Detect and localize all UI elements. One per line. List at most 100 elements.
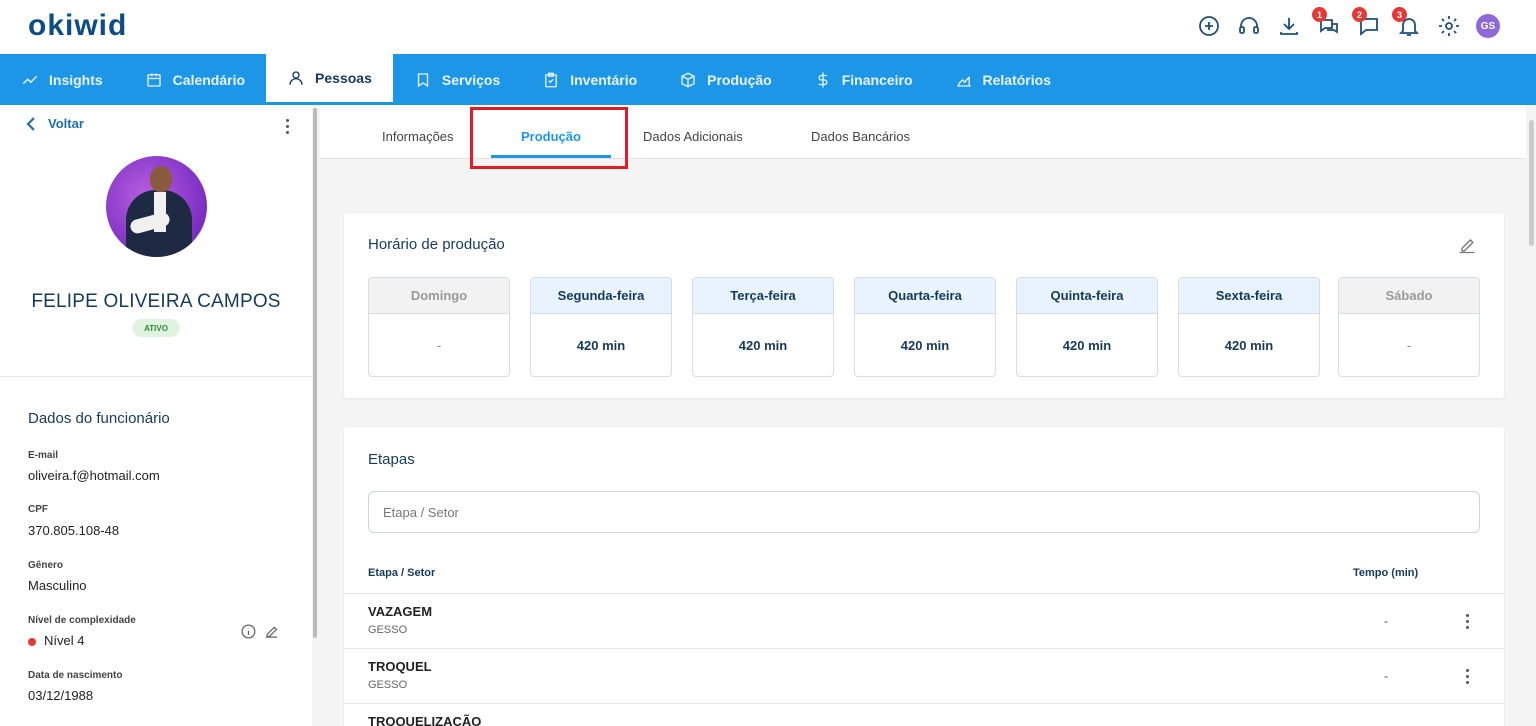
header-actions: 1 2 3 GS (1196, 7, 1500, 42)
nav-item-calendario[interactable]: Calendário (124, 54, 266, 105)
row-more-menu[interactable] (1466, 667, 1469, 685)
day-name: Sexta-feira (1179, 278, 1319, 314)
complexity-label: Nível de complexidade (28, 615, 136, 626)
back-button[interactable]: Voltar (26, 116, 84, 131)
row-more-menu[interactable] (1466, 612, 1469, 630)
employee-name: FELIPE OLIVEIRA CAMPOS (31, 291, 281, 312)
nav-item-relatorios[interactable]: Relatórios (934, 54, 1072, 105)
nav-label: Insights (49, 71, 103, 88)
person-icon (289, 71, 303, 85)
stage-time: - (1384, 614, 1388, 628)
day-value: 420 min (576, 337, 626, 353)
stage-search-input[interactable] (368, 491, 1480, 533)
stages-card: Etapas Etapa / Setor Tempo (min) VAZAGEM… (344, 427, 1504, 726)
download-icon[interactable] (1276, 13, 1302, 39)
trend-icon (22, 75, 38, 84)
nav-item-insights[interactable]: Insights (0, 54, 124, 105)
day-name: Terça-feira (693, 278, 833, 314)
stage-sector: GESSO (368, 679, 408, 691)
main-scrollbar[interactable] (1529, 120, 1534, 246)
status-badge: ATIVO (132, 319, 180, 337)
chevron-left-icon (26, 116, 35, 131)
bookmark-icon (417, 72, 429, 87)
tab-informacoes[interactable]: Informações (382, 129, 454, 144)
logo-text: okiwid (28, 9, 128, 42)
day-name: Sábado (1339, 278, 1479, 314)
day-name: Quarta-feira (855, 278, 995, 314)
schedule-title: Horário de produção (368, 236, 505, 253)
nav-label: Inventário (570, 71, 638, 88)
day-box-sabado[interactable]: Sábado - (1338, 277, 1480, 377)
info-icon[interactable] (240, 623, 257, 645)
gear-icon[interactable] (1436, 13, 1462, 39)
kebab-dot (1466, 668, 1469, 672)
day-box-segunda[interactable]: Segunda-feira 420 min (530, 277, 672, 377)
level-indicator-dot (28, 637, 36, 646)
kebab-dot (1466, 619, 1469, 623)
day-box-terca[interactable]: Terça-feira 420 min (692, 277, 834, 377)
cpf-value: 370.805.108-48 (28, 523, 120, 538)
nav-item-producao[interactable]: Produção (658, 54, 793, 105)
day-value: 420 min (738, 337, 788, 353)
plus-circle-icon[interactable] (1196, 13, 1222, 39)
day-box-domingo[interactable]: Domingo - (368, 277, 510, 377)
day-name: Domingo (369, 278, 509, 314)
day-value: - (436, 337, 442, 353)
table-row[interactable]: TROQUELIZAÇÃO (344, 703, 1504, 726)
column-header-time: Tempo (min) (1353, 567, 1419, 579)
nav-item-inventario[interactable]: Inventário (521, 54, 658, 105)
main-content: Informações Produção Dados Adicionais Da… (320, 105, 1526, 726)
day-box-quinta[interactable]: Quinta-feira 420 min (1016, 277, 1158, 377)
nav-label: Relatórios (982, 71, 1051, 88)
edit-schedule-icon[interactable] (1457, 235, 1477, 260)
bell-icon[interactable]: 3 (1392, 7, 1422, 39)
photo-head (150, 166, 172, 192)
clipboard-icon (545, 72, 558, 87)
nav-label: Pessoas (315, 70, 372, 86)
birthdate-label: Data de nascimento (28, 670, 123, 681)
box-icon (681, 71, 695, 88)
tab-dados-bancarios[interactable]: Dados Bancários (811, 129, 910, 144)
table-row[interactable]: VAZAGEM GESSO - (344, 593, 1504, 648)
kebab-dot (1466, 625, 1469, 629)
day-box-sexta[interactable]: Sexta-feira 420 min (1178, 277, 1320, 377)
kebab-dot (286, 130, 289, 134)
day-box-quarta[interactable]: Quarta-feira 420 min (854, 277, 996, 377)
kiwid-logo[interactable]: okiwid (28, 9, 128, 42)
headset-icon[interactable] (1236, 13, 1262, 39)
email-value: oliveira.f@hotmail.com (28, 468, 160, 483)
bell-badge: 3 (1392, 7, 1407, 22)
column-header-stage: Etapa / Setor (368, 567, 436, 579)
day-name: Quinta-feira (1017, 278, 1157, 314)
tab-dados-adicionais[interactable]: Dados Adicionais (643, 129, 743, 144)
nav-item-financeiro[interactable]: Financeiro (793, 54, 934, 105)
chart-icon (956, 76, 971, 87)
kebab-dot (1466, 674, 1469, 678)
gender-value: Masculino (28, 578, 87, 593)
sidebar-more-menu[interactable] (286, 117, 289, 135)
day-value: 420 min (1062, 337, 1112, 353)
email-label: E-mail (28, 450, 59, 461)
chat-badge: 2 (1352, 7, 1367, 22)
nav-item-pessoas[interactable]: Pessoas (266, 54, 393, 105)
edit-complexity-icon[interactable] (263, 623, 280, 645)
user-avatar[interactable]: GS (1476, 14, 1500, 38)
day-value: 420 min (900, 337, 950, 353)
day-name: Segunda-feira (531, 278, 671, 314)
stage-time: - (1384, 669, 1388, 683)
kebab-dot (286, 124, 289, 128)
table-row[interactable]: TROQUEL GESSO - (344, 648, 1504, 703)
nav-item-servicos[interactable]: Serviços (393, 54, 521, 105)
complexity-level-text: Nível 4 (44, 633, 85, 648)
main-nav: Insights Calendário Pessoas Serviços Inv… (0, 54, 1536, 105)
chat-icon[interactable]: 2 (1352, 7, 1382, 39)
chat-bubbles-icon[interactable]: 1 (1312, 7, 1342, 39)
employee-sidebar: Voltar FELIPE OLIVEIRA CAMPOS ATIVO Dado… (0, 105, 312, 726)
employee-data-title: Dados do funcionário (28, 410, 170, 427)
sidebar-scrollbar[interactable] (313, 108, 317, 638)
top-header: okiwid 1 2 3 GS (0, 0, 1536, 54)
sidebar-divider (0, 376, 312, 377)
birthdate-value: 03/12/1988 (28, 688, 94, 703)
dollar-icon (818, 72, 828, 87)
calendar-icon (146, 72, 161, 87)
